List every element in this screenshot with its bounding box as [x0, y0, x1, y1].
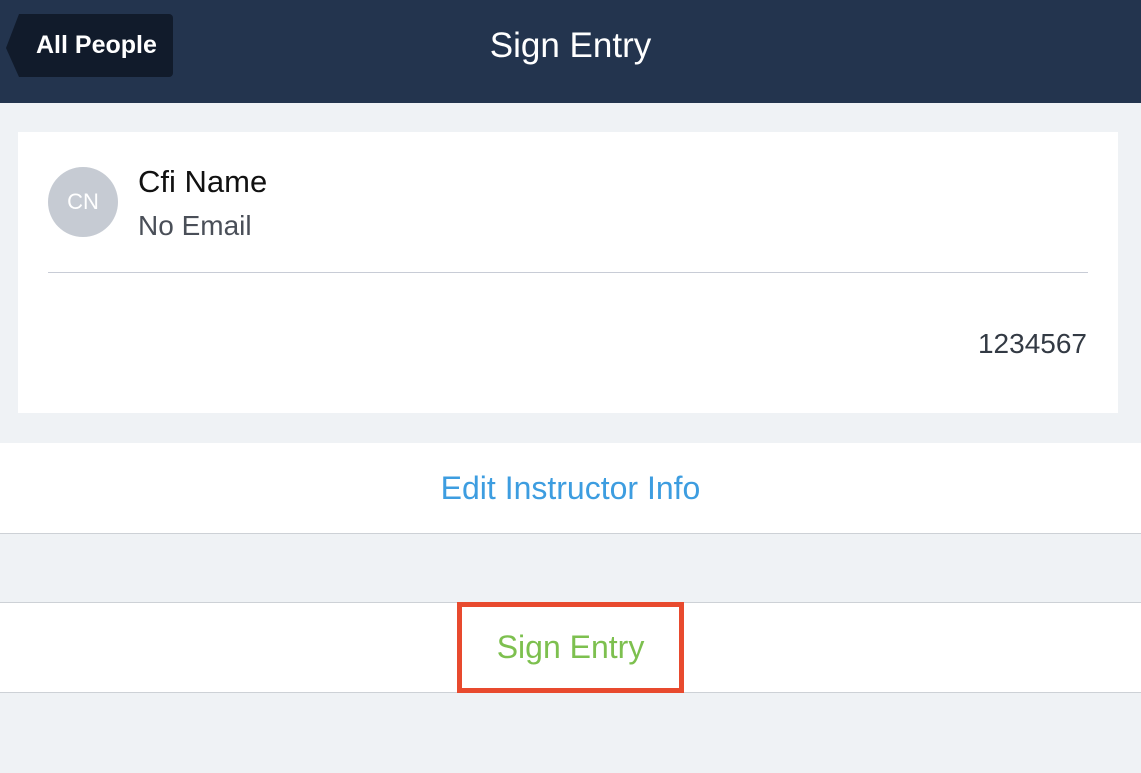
avatar: CN — [48, 167, 118, 237]
instructor-email: No Email — [138, 210, 252, 241]
avatar-initials: CN — [67, 189, 99, 214]
sign-entry-button[interactable]: Sign Entry — [457, 602, 684, 693]
edit-instructor-info-button[interactable]: Edit Instructor Info — [441, 470, 701, 507]
certificate-number: 1234567 — [977, 328, 1087, 359]
instructor-name: Cfi Name — [138, 164, 268, 199]
sign-entry-row: Sign Entry — [0, 602, 1141, 693]
sign-entry-label: Sign Entry — [496, 629, 645, 665]
divider — [48, 272, 1088, 273]
instructor-card: CN Cfi Name No Email 1234567 — [18, 132, 1118, 413]
page-title: Sign Entry — [489, 26, 652, 65]
edit-instructor-row: Edit Instructor Info — [0, 443, 1141, 534]
navigation-bar: All People Sign Entry — [0, 0, 1141, 103]
